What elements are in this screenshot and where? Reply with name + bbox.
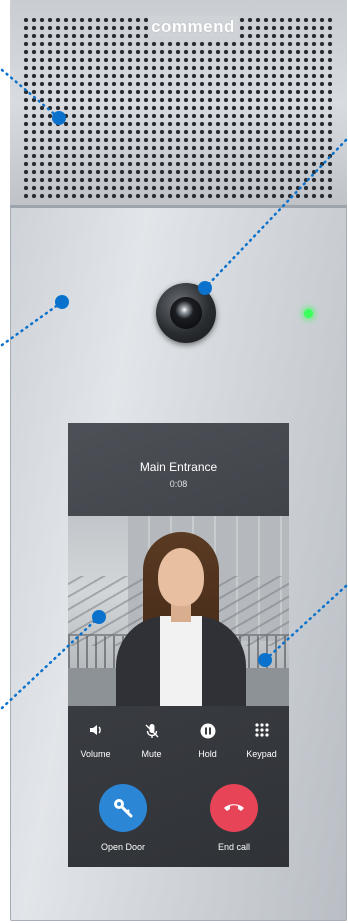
callout-line-camera	[203, 138, 348, 290]
callout-line-screen-left	[0, 615, 101, 710]
hotspot-camera[interactable]	[198, 281, 212, 295]
hotspot-panel[interactable]	[55, 295, 69, 309]
hotspot-speaker[interactable]	[52, 111, 66, 125]
callout-line-panel	[0, 300, 64, 347]
callout-line-screen-right	[263, 584, 348, 662]
callout-line-speaker	[0, 68, 61, 120]
callout-lines	[0, 68, 348, 710]
hotspot-screen-left[interactable]	[92, 610, 106, 624]
hotspot-screen-right[interactable]	[258, 653, 272, 667]
